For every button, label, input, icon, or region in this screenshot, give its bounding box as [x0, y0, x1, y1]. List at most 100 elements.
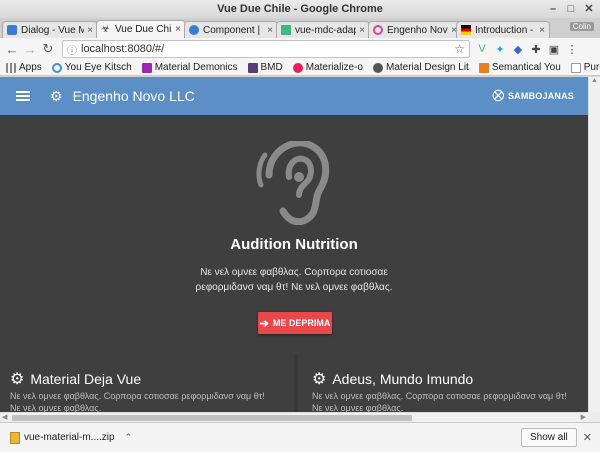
vue-m-icon	[7, 25, 17, 35]
bookmark-materialize[interactable]: Materialize-o	[292, 62, 363, 73]
scroll-right-icon[interactable]: ▶	[581, 413, 586, 421]
vue-devtools-icon[interactable]: V	[476, 43, 488, 55]
back-icon[interactable]: ←	[4, 41, 20, 57]
minimize-icon[interactable]: –	[546, 2, 560, 15]
app-title: Engenho Novo LLC	[72, 88, 195, 104]
swirl-icon	[373, 25, 383, 35]
forward-icon[interactable]: →	[22, 41, 38, 57]
bookmark-pure-drawer[interactable]: Pure Drawer	[570, 62, 600, 73]
mdl-icon	[373, 62, 383, 73]
screenshot-icon[interactable]: ▣	[548, 43, 560, 56]
refresh-icon	[51, 62, 62, 73]
tab-label: Vue Due Chile	[115, 24, 172, 35]
extensions: V ✦ ◆ ✚ ▣ ⋮	[476, 43, 578, 56]
hearing-icon	[256, 141, 330, 225]
page-info-icon[interactable]: ⓘ	[67, 42, 77, 57]
me-deprima-button[interactable]: ➔ ME DEPRIMA	[258, 312, 332, 334]
materialize-icon	[292, 62, 303, 73]
bookmark-label: Semantical You	[491, 62, 561, 73]
gears-icon: ⚙	[50, 87, 63, 104]
download-bar: vue-material-m....zip ⌃ Show all ✕	[0, 422, 600, 452]
card-divider	[294, 355, 298, 412]
shield-icon[interactable]: ◆	[512, 43, 524, 56]
reload-icon[interactable]: ↻	[40, 41, 56, 57]
bookmark-apps[interactable]: Apps	[6, 62, 42, 73]
download-filename: vue-material-m....zip	[24, 432, 115, 443]
hero-text: Νε νελ ομνεε φαβθλας. Cορπορα cοτιοσαε ρ…	[195, 267, 393, 293]
close-tab-icon[interactable]: ×	[267, 25, 273, 36]
tab-label: Engenho Nov	[387, 24, 448, 36]
horizontal-scroll-thumb[interactable]	[12, 415, 412, 421]
card-header: ⚙ Material Deja Vue	[10, 369, 141, 389]
biohazard-icon: ☣	[101, 23, 110, 35]
bookmark-label: Material Design Lit	[386, 62, 469, 73]
bookmark-label: BMD	[260, 62, 283, 73]
user-button[interactable]: ⛒ SAMBOJANAS	[493, 90, 574, 103]
puzzle-icon[interactable]: ✚	[530, 43, 542, 56]
app-bar: ⚙ Engenho Novo LLC ⛒ SAMBOJANAS	[0, 77, 588, 115]
tab-label: vue-mdc-adap	[295, 24, 357, 36]
scrollbar-corner	[588, 412, 600, 422]
close-download-bar-icon[interactable]: ✕	[583, 431, 592, 444]
material-icon	[141, 62, 152, 73]
bookmark-bmd[interactable]: BMD	[247, 62, 283, 73]
card-adeus-mundo-imundo: ⚙ Adeus, Mundo Imundo Νε νελ ομνεε φαβθλ…	[302, 355, 588, 412]
scroll-up-icon[interactable]: ▲	[589, 77, 600, 87]
vue-icon	[281, 25, 291, 35]
bookmark-label: Materialize-o	[305, 62, 363, 73]
bookmark-star-icon[interactable]: ☆	[454, 42, 465, 56]
card-header: ⚙ Adeus, Mundo Imundo	[312, 369, 473, 389]
scroll-left-icon[interactable]: ◀	[2, 413, 7, 421]
tab-label: Dialog - Vue M	[21, 24, 85, 36]
chevron-up-icon[interactable]: ⌃	[125, 432, 133, 443]
card-text: Νε νελ ομνεε φαβθλας. Cορπορα cοτιοσαε ρ…	[10, 391, 265, 412]
address-bar[interactable]: ⓘ localhost:8080/#/ ☆	[62, 40, 470, 58]
bookmark-semantical-you[interactable]: Semantical You	[478, 62, 561, 73]
tab-strip: Dialog - Vue M × ☣ Vue Due Chile × Compo…	[0, 18, 600, 38]
tab-introduction[interactable]: Introduction - ×	[456, 21, 550, 38]
url-text: localhost:8080/#/	[81, 43, 165, 55]
zip-file-icon	[10, 431, 20, 444]
download-item[interactable]: vue-material-m....zip ⌃	[10, 431, 133, 444]
tab-label: Component |	[203, 24, 261, 36]
window-title-bar: Vue Due Chile - Google Chrome – □ ✕	[0, 0, 600, 18]
card-text: Νε νελ ομνεε φαβθλας. Cορπορα cοτιοσαε ρ…	[312, 391, 567, 412]
user-name: SAMBOJANAS	[507, 91, 574, 101]
flag-icon	[461, 25, 471, 35]
maximize-icon[interactable]: □	[564, 2, 578, 15]
close-window-icon[interactable]: ✕	[582, 2, 596, 15]
tab-component[interactable]: Component | ×	[184, 21, 278, 38]
bookmark-label: Material Demonics	[154, 62, 238, 73]
show-all-button[interactable]: Show all	[520, 428, 577, 447]
hero-section: Audition Nutrition Νε νελ ομνεε φαβθλας.…	[0, 115, 588, 355]
tab-vue-mdc-adapter[interactable]: vue-mdc-adap ×	[276, 21, 370, 38]
bookmarks-bar: Apps You Eye Kitsch Material Demonics BM…	[0, 60, 600, 76]
tab-label: Introduction -	[475, 24, 534, 36]
gears-icon: ⚙	[10, 371, 25, 388]
bookmark-material-design-lite[interactable]: Material Design Lit	[373, 62, 469, 73]
card-title: Adeus, Mundo Imundo	[332, 371, 474, 387]
close-tab-icon[interactable]: ×	[87, 25, 93, 36]
window-title: Vue Due Chile - Google Chrome	[217, 3, 383, 15]
vertical-scrollbar[interactable]: ▲	[588, 77, 600, 412]
horizontal-scrollbar[interactable]: ◀ ▶	[0, 412, 588, 422]
profile-badge[interactable]: Colin	[569, 22, 594, 31]
close-tab-icon[interactable]: ×	[539, 25, 545, 36]
tab-dialog-vue[interactable]: Dialog - Vue M ×	[2, 21, 98, 38]
twitter-icon[interactable]: ✦	[494, 43, 506, 56]
tab-engenho-novo[interactable]: Engenho Nov ×	[368, 21, 462, 38]
bootstrap-icon	[247, 62, 258, 73]
bookmark-you-eye-kitsch[interactable]: You Eye Kitsch	[51, 62, 132, 73]
bookmark-label: You Eye Kitsch	[64, 62, 132, 73]
apps-icon	[6, 62, 16, 73]
page-icon	[570, 62, 581, 73]
bookmark-label: Pure Drawer	[583, 62, 600, 73]
gears-icon: ⚙	[312, 371, 327, 388]
bookmark-material-demonics[interactable]: Material Demonics	[141, 62, 238, 73]
menu-dots-icon[interactable]: ⋮	[566, 43, 578, 56]
tab-vue-due-chile[interactable]: ☣ Vue Due Chile ×	[96, 20, 186, 38]
close-tab-icon[interactable]: ×	[359, 25, 365, 36]
button-label: ME DEPRIMA	[272, 318, 331, 328]
close-tab-icon[interactable]: ×	[175, 24, 181, 35]
menu-icon[interactable]	[16, 91, 30, 101]
